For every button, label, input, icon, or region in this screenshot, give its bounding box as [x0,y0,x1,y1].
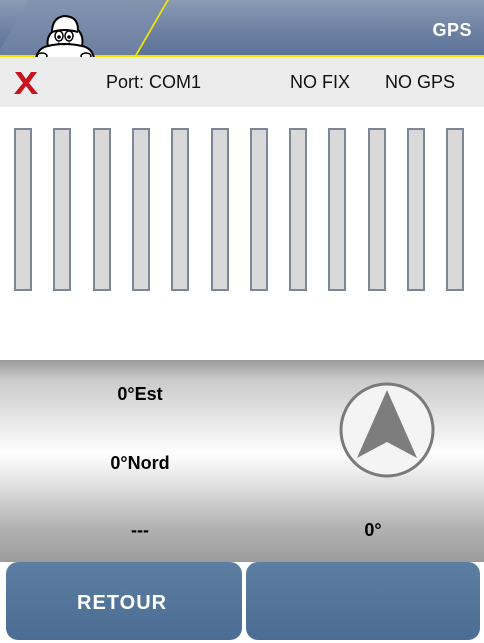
signal-bar [53,128,71,291]
signal-bar [368,128,386,291]
signal-bar [289,128,307,291]
longitude-value: 0°Est [117,384,163,404]
signal-bar [93,128,111,291]
position-info-panel: 0°Est 0°Nord --- 0° [0,360,484,562]
right-button[interactable] [246,562,480,640]
signal-bar [407,128,425,291]
close-x-icon[interactable] [13,71,39,95]
signal-bar [250,128,268,291]
heading-value: 0° [364,520,382,540]
back-button[interactable]: RETOUR [6,562,242,640]
button-bar: RETOUR [0,562,484,643]
page-title: GPS [432,20,472,40]
gps-status: NO GPS [385,72,456,92]
signal-bar [328,128,346,291]
compass-arrow-icon [339,382,435,478]
bibendum-logo-icon [35,14,95,57]
signal-bar [211,128,229,291]
signal-bar [446,128,464,291]
title-bar: GPS [0,0,484,57]
altitude-value: --- [131,520,149,540]
latitude-value: 0°Nord [110,453,170,473]
signal-bar [14,128,32,291]
status-bar: Port: COM1 NO FIX NO GPS [0,57,484,107]
signal-bar [132,128,150,291]
satellite-signal-panel [0,107,484,360]
back-button-label: RETOUR [77,592,168,614]
signal-bar [171,128,189,291]
port-status: Port: COM1 [106,72,202,92]
fix-status: NO FIX [290,72,351,92]
